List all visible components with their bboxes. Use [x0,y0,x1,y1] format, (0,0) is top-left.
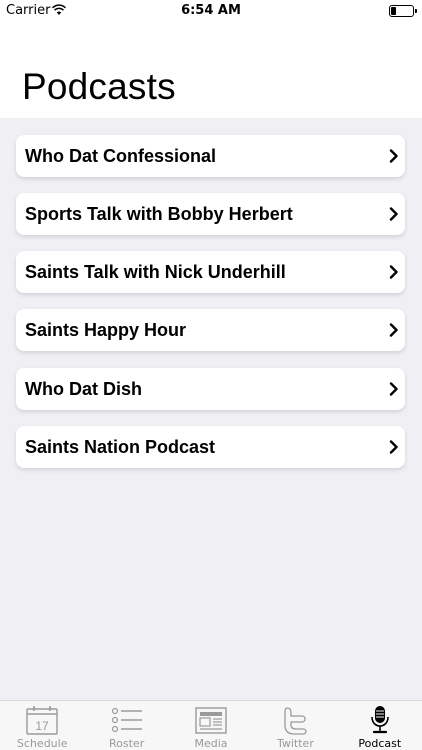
newspaper-icon [195,707,227,734]
tab-label: Podcast [358,737,402,750]
tab-label: Media [194,737,228,750]
tab-media[interactable]: Media [169,701,253,750]
podcast-row-saints-nation-podcast[interactable]: Saints Nation Podcast [16,426,405,468]
tab-roster[interactable]: Roster [84,701,168,750]
podcast-row-who-dat-dish[interactable]: Who Dat Dish [16,368,405,410]
podcast-label: Saints Nation Podcast [25,436,216,457]
tab-label: Schedule [16,737,68,750]
podcast-label: Saints Talk with Nick Underhill [25,261,286,282]
battery-icon [389,5,417,17]
tab-bar: 17 Schedule Roster Media Twitter Podcast [0,700,422,750]
podcast-row-sports-talk-bobby-herbert[interactable]: Sports Talk with Bobby Herbert [16,193,405,235]
calendar-day: 17 [36,719,50,733]
chevron-right-icon [389,440,398,454]
status-bar: Carrier 6:54 AM [0,0,422,22]
tab-podcast[interactable]: Podcast [338,701,422,750]
podcast-label: Who Dat Dish [25,378,142,399]
chevron-right-icon [389,265,398,279]
podcast-label: Who Dat Confessional [25,145,217,166]
podcast-list-container: Who Dat Confessional Sports Talk with Bo… [0,118,422,700]
page-title: Podcasts [22,66,176,107]
microphone-icon [371,706,389,734]
chevron-right-icon [389,382,398,396]
chevron-right-icon [389,323,398,337]
chevron-right-icon [389,207,398,221]
podcast-row-saints-happy-hour[interactable]: Saints Happy Hour [16,309,405,351]
tab-schedule[interactable]: 17 Schedule [0,701,84,750]
tab-label: Twitter [276,737,314,750]
podcast-row-who-dat-confessional[interactable]: Who Dat Confessional [16,135,405,177]
list-icon [111,707,142,733]
calendar-icon: 17 [26,706,58,735]
podcast-label: Saints Happy Hour [25,319,187,340]
podcast-label: Sports Talk with Bobby Herbert [25,203,293,224]
clock: 6:54 AM [181,3,241,18]
tab-label: Roster [109,737,145,750]
tab-twitter[interactable]: Twitter [253,701,337,750]
twitter-icon [284,707,308,735]
chevron-right-icon [389,149,398,163]
podcast-row-saints-talk-nick-underhill[interactable]: Saints Talk with Nick Underhill [16,251,405,293]
